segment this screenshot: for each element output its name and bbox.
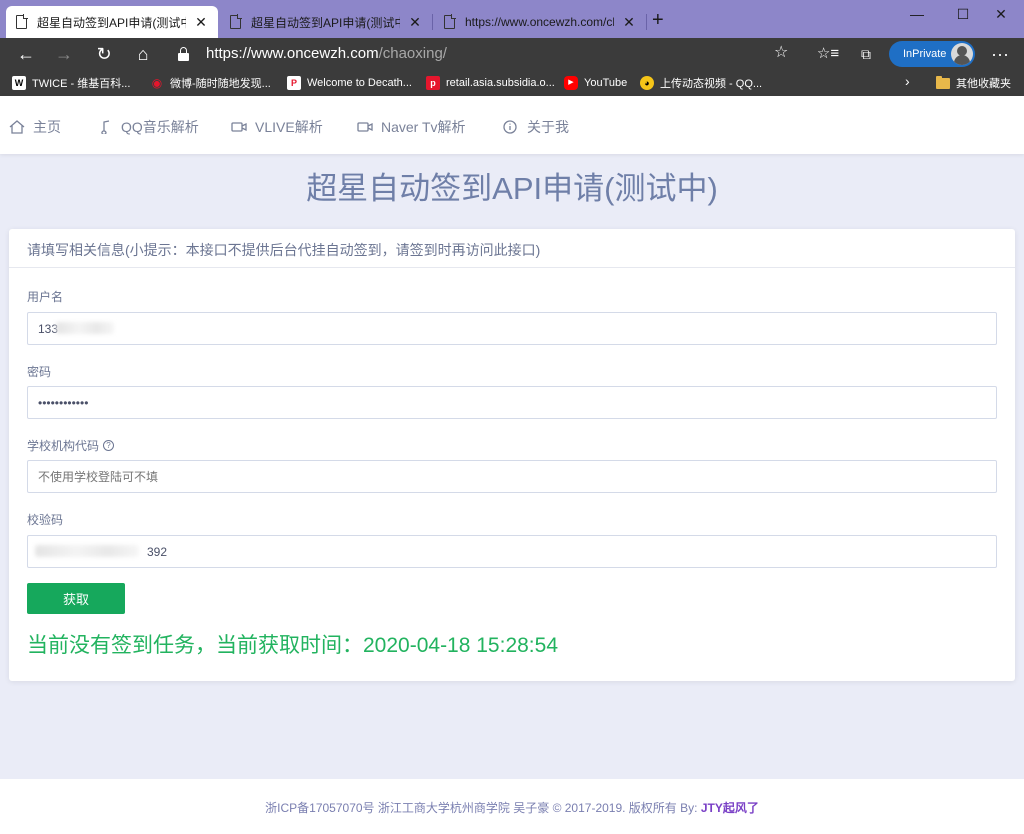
password-label-text: 密码: [27, 365, 52, 379]
page-title: 超星自动签到API申请(测试中): [306, 171, 718, 206]
forward-arrow-icon[interactable]: →: [50, 43, 78, 65]
home-icon[interactable]: ⌂: [129, 43, 157, 65]
nav-naver-tv[interactable]: Naver Tv解析: [357, 117, 466, 137]
page-icon: [16, 14, 28, 29]
url-field[interactable]: https://www.oncewzh.com/chaoxing/: [168, 41, 802, 67]
inprivate-label: InPrivate: [903, 48, 947, 60]
bookmark-label: Welcome to Decath...: [307, 77, 412, 89]
site-navbar: 主页 QQ音乐解析 VLIVE解析 Naver Tv解析 关于我: [0, 96, 1024, 154]
more-menu-icon[interactable]: ···: [986, 43, 1014, 65]
weibo-icon: ◉: [151, 76, 163, 90]
school-code-label-text: 学校机构代码: [27, 439, 100, 453]
bookmark-label: YouTube: [584, 77, 628, 89]
youtube-icon: ▶: [564, 76, 578, 90]
bookmark-label: retail.asia.subsidia.o...: [446, 77, 555, 89]
favorite-star-icon[interactable]: ☆: [774, 42, 788, 62]
bookmark-twice[interactable]: W TWICE - 维基百科...: [12, 75, 130, 91]
card-header: 请填写相关信息(小提示：本接口不提供后台代挂自动签到，请签到时再访问此接口): [9, 229, 1015, 268]
tab-title: https://www.oncewzh.com/chaoxing/: [465, 15, 614, 29]
username-label: 用户名: [27, 288, 63, 305]
other-favorites-folder[interactable]: 其他收藏夹: [936, 75, 1011, 91]
new-tab-icon[interactable]: +: [652, 10, 664, 30]
chevron-right-icon[interactable]: ›: [905, 73, 910, 89]
captcha-label: 校验码: [27, 511, 63, 528]
tab-title: 超星自动签到API申请(测试中): [37, 15, 186, 30]
video-camera-icon: [231, 122, 247, 132]
info-icon: [503, 120, 517, 134]
footer-school: 浙江工商大学杭州商学院 吴子豪: [377, 801, 550, 815]
form-card: 请填写相关信息(小提示：本接口不提供后台代挂自动签到，请签到时再访问此接口) 用…: [9, 229, 1015, 681]
url-path: /chaoxing/: [378, 45, 447, 62]
music-note-icon: [101, 120, 110, 134]
inprivate-badge[interactable]: InPrivate: [889, 41, 975, 67]
footer: 浙ICP备17057070号 浙江工商大学杭州商学院 吴子豪 © 2017-20…: [0, 779, 1024, 834]
redaction-blur: [35, 545, 139, 557]
close-icon[interactable]: ✕: [622, 14, 636, 31]
submit-button[interactable]: 获取: [27, 583, 125, 614]
captcha-field[interactable]: [27, 535, 997, 568]
bookmark-weibo[interactable]: ◉ 微博-随时随地发现...: [150, 75, 271, 91]
nav-label: Naver Tv解析: [381, 119, 466, 135]
profile-avatar-icon: [951, 43, 973, 65]
bookmark-retail[interactable]: p retail.asia.subsidia.o...: [426, 75, 555, 91]
retail-icon: p: [426, 76, 440, 90]
back-arrow-icon[interactable]: ←: [12, 43, 40, 65]
nav-vlive[interactable]: VLIVE解析: [231, 117, 323, 137]
decathlon-icon: P: [287, 76, 301, 90]
bookmark-decathlon[interactable]: P Welcome to Decath...: [287, 75, 412, 91]
refresh-icon[interactable]: ↻: [90, 43, 118, 65]
nav-label: VLIVE解析: [255, 119, 323, 135]
school-code-label: 学校机构代码?: [27, 437, 115, 454]
author-link[interactable]: JTY起风了: [701, 801, 759, 815]
browser-tab[interactable]: https://www.oncewzh.com/chaoxing/ ✕: [434, 6, 646, 38]
status-message: 当前没有签到任务，当前获取时间：2020-04-18 15:28:54: [27, 634, 558, 657]
browser-tab-active[interactable]: 超星自动签到API申请(测试中) ✕: [6, 6, 218, 38]
footer-copyright: © 2017-2019. 版权所有 By:: [552, 801, 698, 815]
bookmark-qq-video[interactable]: ◕ 上传动态视频 - QQ...: [640, 75, 762, 91]
other-favorites-label: 其他收藏夹: [956, 78, 1011, 90]
captcha-label-text: 校验码: [27, 513, 64, 527]
redaction-blur: [56, 322, 114, 334]
bookmark-label: TWICE - 维基百科...: [32, 78, 131, 90]
page-icon: [444, 14, 456, 29]
favorites-list-icon[interactable]: ☆≡: [814, 43, 842, 65]
bookmark-youtube[interactable]: ▶ YouTube: [564, 75, 627, 91]
username-field[interactable]: [27, 312, 997, 345]
page-icon: [230, 14, 242, 29]
icp-link[interactable]: 浙ICP备17057070号: [265, 801, 374, 815]
qq-icon: ◕: [640, 76, 654, 90]
collections-icon[interactable]: ⧉: [852, 43, 880, 65]
school-code-field[interactable]: [27, 460, 997, 493]
nav-label: QQ音乐解析: [121, 119, 199, 135]
close-icon[interactable]: ✕: [194, 14, 208, 31]
tab-divider: [646, 14, 647, 30]
username-label-text: 用户名: [27, 290, 64, 304]
nav-qq-music[interactable]: QQ音乐解析: [97, 117, 199, 137]
home-icon: [9, 120, 25, 134]
question-mark-icon[interactable]: ?: [103, 440, 115, 451]
nav-about[interactable]: 关于我: [503, 117, 569, 137]
password-label: 密码: [27, 363, 51, 380]
bookmark-label: 上传动态视频 - QQ...: [660, 78, 763, 90]
bookmarks-bar: W TWICE - 维基百科... ◉ 微博-随时随地发现... P Welco…: [0, 70, 1024, 96]
bookmark-label: 微博-随时随地发现...: [170, 78, 271, 90]
nav-home[interactable]: 主页: [9, 117, 61, 137]
url-host: https://www.oncewzh.com: [206, 45, 379, 62]
folder-icon: [936, 75, 950, 89]
nav-label: 关于我: [527, 119, 569, 135]
tab-divider: [432, 14, 433, 30]
wikipedia-icon: W: [12, 76, 26, 90]
password-field[interactable]: [27, 386, 997, 419]
browser-tab[interactable]: 超星自动签到API申请(测试中) ✕: [220, 6, 432, 38]
nav-label: 主页: [33, 119, 61, 135]
lock-icon: [178, 47, 189, 61]
tab-title: 超星自动签到API申请(测试中): [251, 15, 400, 30]
video-camera-icon: [357, 122, 373, 132]
window-close-icon[interactable]: ✕: [978, 4, 1024, 24]
minimize-icon[interactable]: —: [894, 4, 940, 24]
close-icon[interactable]: ✕: [408, 14, 422, 31]
address-bar: ← → ↻ ⌂ https://www.oncewzh.com/chaoxing…: [0, 38, 1024, 70]
url-text: https://www.oncewzh.com/chaoxing/: [206, 45, 447, 62]
browser-title-bar: 超星自动签到API申请(测试中) ✕ 超星自动签到API申请(测试中) ✕ ht…: [0, 0, 1024, 38]
